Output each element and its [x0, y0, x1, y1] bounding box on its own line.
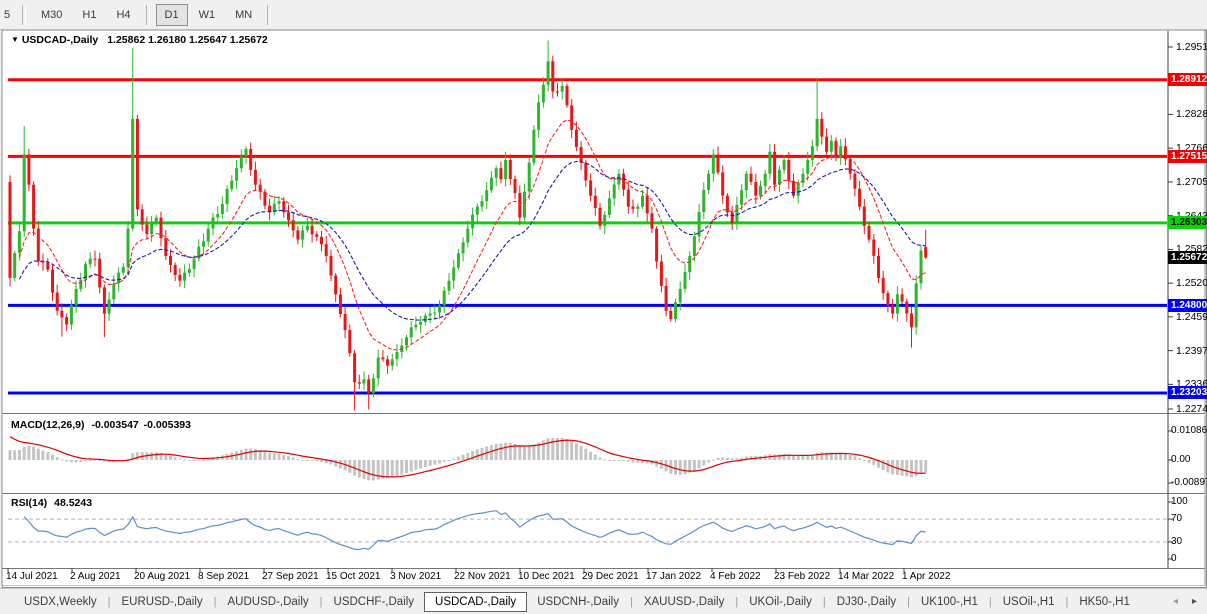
time-tick-label: 17 Jan 2022	[646, 571, 702, 582]
chart-tab-usdcad[interactable]: USDCAD-,Daily	[424, 591, 528, 612]
time-tick-label: 20 Aug 2021	[134, 571, 191, 582]
price-tick-label: 1.23975	[1176, 345, 1207, 357]
chart-tab-dj30[interactable]: DJ30-,Daily	[827, 593, 906, 611]
timeframe-toolbar: 5 M30 H1 H4 D1 W1 MN	[0, 0, 1207, 30]
price-chart[interactable]	[0, 30, 1207, 586]
price-tick-label: 1.27050	[1176, 176, 1207, 188]
time-tick-label: 1 Apr 2022	[902, 571, 951, 582]
chart-tab-eurusd[interactable]: EURUSD-,Daily	[112, 593, 213, 611]
time-tick-label: 22 Nov 2021	[454, 571, 511, 582]
price-tick-label: 1.29510	[1176, 41, 1207, 53]
toolbar-separator	[267, 4, 272, 25]
rsi-axis-label: 70	[1171, 513, 1183, 524]
timeframe-button-h1[interactable]: H1	[73, 4, 105, 26]
chart-tab-usdchf[interactable]: USDCHF-,Daily	[324, 593, 425, 611]
tab-scroll-left-icon[interactable]: ◂	[1173, 596, 1178, 607]
chart-title: ▼ USDCAD-,Daily 1.25862 1.26180 1.25647 …	[11, 34, 268, 46]
time-tick-label: 23 Feb 2022	[774, 571, 831, 582]
macd-name: MACD(12,26,9)	[11, 419, 85, 431]
chart-tab-ukoil[interactable]: UKOil-,Daily	[739, 593, 822, 611]
macd-axis-label: -0.00897	[1171, 477, 1207, 488]
time-tick-label: 8 Sep 2021	[198, 571, 250, 582]
chart-dropdown-icon[interactable]: ▼	[11, 35, 19, 44]
chart-ohlc-readout: 1.25862 1.26180 1.25647 1.25672	[107, 34, 268, 46]
timeframe-button-m30[interactable]: M30	[32, 4, 71, 26]
timeframe-button-d1[interactable]: D1	[155, 3, 188, 26]
chart-tab-usdcnh[interactable]: USDCNH-,Daily	[527, 593, 629, 611]
price-tick-label: 1.28280	[1176, 108, 1207, 120]
price-tick-label: 1.22745	[1176, 403, 1207, 415]
chart-tab-usoil[interactable]: USOil-,H1	[993, 593, 1065, 611]
rsi-label: RSI(14) 48.5243	[11, 497, 92, 509]
time-tick-label: 14 Jul 2021	[6, 571, 58, 582]
rsi-name: RSI(14)	[11, 497, 48, 509]
chart-tab-uk100[interactable]: UK100-,H1	[911, 593, 988, 611]
time-tick-label: 10 Dec 2021	[518, 571, 575, 582]
toolbar-separator	[145, 4, 150, 25]
level-price-label: 1.27515	[1168, 150, 1207, 163]
chart-tab-bar: USDX,Weekly | EURUSD-,Daily | AUDUSD-,Daily |…	[0, 588, 1207, 614]
time-tick-label: 15 Oct 2021	[326, 571, 381, 582]
chart-tab-hk50[interactable]: HK50-,H1	[1069, 593, 1140, 611]
rsi-axis-label: 0	[1171, 553, 1177, 564]
price-tick-label: 1.25205	[1176, 277, 1207, 289]
time-tick-label: 4 Feb 2022	[710, 571, 761, 582]
time-tick-label: 29 Dec 2021	[582, 571, 639, 582]
time-tick-label: 14 Mar 2022	[838, 571, 895, 582]
level-price-label: 1.23203	[1168, 386, 1207, 399]
timeframe-button-5[interactable]: 5	[1, 4, 16, 26]
chart-tab-usdx[interactable]: USDX,Weekly	[14, 593, 107, 611]
level-price-label: 1.28912	[1168, 73, 1207, 86]
toolbar-separator	[22, 4, 26, 25]
time-tick-label: 3 Nov 2021	[390, 571, 442, 582]
tab-scroll-arrows: ◂ ▸	[1173, 596, 1207, 607]
time-tick-label: 27 Sep 2021	[262, 571, 319, 582]
current-price-label: 1.25672	[1168, 251, 1207, 264]
terminal-window: 5 M30 H1 H4 D1 W1 MN ▼ USDCAD-,Daily 1.25862 1…	[0, 0, 1207, 614]
price-tick-label: 1.24590	[1176, 311, 1207, 323]
level-price-label: 1.24800	[1168, 299, 1207, 312]
level-price-label: 1.26303	[1168, 216, 1207, 229]
macd-value-main: -0.003547	[91, 419, 139, 431]
macd-value-signal: -0.005393	[143, 419, 191, 431]
chart-symbol-period: USDCAD-,Daily	[21, 34, 99, 46]
macd-axis-label: 0.010869	[1171, 425, 1207, 436]
rsi-axis-label: 30	[1171, 536, 1183, 547]
chart-tab-audusd[interactable]: AUDUSD-,Daily	[218, 593, 319, 611]
timeframe-button-mn[interactable]: MN	[226, 4, 261, 26]
timeframe-button-w1[interactable]: W1	[190, 4, 225, 26]
time-tick-label: 2 Aug 2021	[70, 571, 121, 582]
timeframe-button-h4[interactable]: H4	[107, 4, 139, 26]
tab-scroll-right-icon[interactable]: ▸	[1192, 596, 1197, 607]
rsi-value: 48.5243	[54, 497, 93, 509]
rsi-axis-label: 100	[1171, 496, 1188, 507]
macd-axis-label: 0.00	[1171, 454, 1191, 465]
macd-label: MACD(12,26,9) -0.003547 -0.005393	[11, 419, 191, 431]
chart-tab-xauusd[interactable]: XAUUSD-,Daily	[634, 593, 735, 611]
